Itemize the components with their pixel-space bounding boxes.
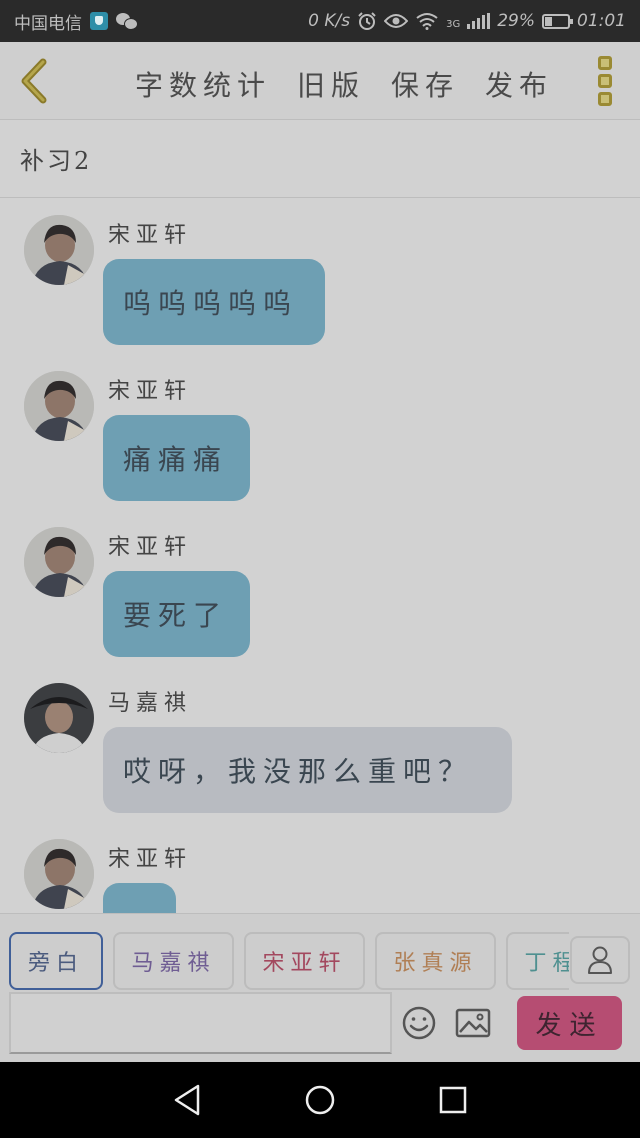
image-icon[interactable]: [454, 1004, 492, 1042]
person-icon: [588, 946, 612, 974]
wifi-icon: [416, 13, 438, 30]
editor-screen: 字数统计 旧版 保存 发布 补习2 宋亚轩 呜呜呜呜呜 宋亚轩 痛痛痛 宋亚轩 …: [0, 42, 640, 1062]
sender-name: 宋亚轩: [108, 379, 193, 404]
battery-icon: [542, 13, 573, 29]
sender-name: 宋亚轩: [108, 847, 193, 872]
network-type-label: 3G: [446, 19, 461, 30]
character-chip-zhangzhenyuan[interactable]: 张真源: [375, 932, 496, 990]
character-chip-dingchengxin[interactable]: 丁程鑫: [506, 932, 569, 990]
clock-label: 01:01: [577, 11, 626, 31]
net-speed-label: 0 K/s: [308, 11, 351, 31]
avatar-songyaxuan[interactable]: [24, 215, 94, 285]
alarm-icon: [358, 12, 376, 30]
word-count-button[interactable]: 字数统计: [135, 64, 271, 104]
message-bubble[interactable]: 痛痛痛: [103, 415, 250, 501]
triangle-back-icon: [174, 1084, 199, 1116]
message-bubble[interactable]: 哎呀，我没那么重吧？: [103, 727, 512, 813]
nav-recents-button[interactable]: [428, 1075, 478, 1125]
top-toolbar: 字数统计 旧版 保存 发布: [0, 42, 640, 120]
old-version-button[interactable]: 旧版: [297, 64, 365, 104]
toolbar-actions: 字数统计 旧版 保存 发布: [135, 64, 553, 104]
nav-back-button[interactable]: [162, 1075, 212, 1125]
wechat-icon: [116, 13, 138, 30]
story-title[interactable]: 补习2: [0, 120, 640, 198]
avatar-songyaxuan[interactable]: [24, 839, 94, 909]
circle-home-icon: [305, 1085, 335, 1115]
signal-icon: [467, 13, 491, 29]
save-button[interactable]: 保存: [391, 64, 459, 104]
avatar-majiaqi[interactable]: [24, 683, 94, 753]
avatar-songyaxuan[interactable]: [24, 527, 94, 597]
message-bubble[interactable]: 呜呜呜呜呜: [103, 259, 325, 345]
eye-icon: [384, 14, 409, 28]
shield-icon: [90, 12, 108, 30]
publish-button[interactable]: 发布: [485, 64, 553, 104]
sender-name: 宋亚轩: [108, 223, 193, 248]
character-chip-majiaqi[interactable]: 马嘉祺: [113, 932, 234, 990]
message-bubble[interactable]: 要死了: [103, 571, 250, 657]
battery-percent-label: 29%: [497, 11, 535, 31]
composer: 旁白马嘉祺宋亚轩张真源丁程鑫 发送: [0, 913, 640, 1062]
character-chip-narrator[interactable]: 旁白: [9, 932, 103, 990]
add-character-button[interactable]: [570, 936, 630, 984]
sender-name: 马嘉祺: [108, 691, 193, 716]
navigation-bar: [0, 1062, 640, 1138]
emoji-icon[interactable]: [400, 1004, 438, 1042]
status-bar: 中国电信 0 K/s 3G 29% 01:01: [0, 0, 640, 42]
send-button[interactable]: 发送: [517, 996, 622, 1050]
square-recents-icon: [440, 1086, 467, 1114]
character-selector[interactable]: 旁白马嘉祺宋亚轩张真源丁程鑫: [9, 932, 569, 992]
message-bubble[interactable]: [103, 883, 176, 913]
back-button[interactable]: [14, 56, 54, 106]
more-vertical-icon[interactable]: [598, 56, 618, 106]
message-input[interactable]: [9, 992, 392, 1054]
chevron-left-icon: [21, 58, 47, 104]
battery-fill: [545, 16, 552, 26]
story-title-text: 补习2: [20, 147, 93, 175]
character-chip-songyaxuan[interactable]: 宋亚轩: [244, 932, 365, 990]
carrier-label: 中国电信: [14, 13, 82, 34]
sender-name: 宋亚轩: [108, 535, 193, 560]
message-list[interactable]: 宋亚轩 呜呜呜呜呜 宋亚轩 痛痛痛 宋亚轩 要死了 马嘉祺 哎呀，我没那么重吧？…: [0, 199, 640, 913]
nav-home-button[interactable]: [295, 1075, 345, 1125]
avatar-songyaxuan[interactable]: [24, 371, 94, 441]
